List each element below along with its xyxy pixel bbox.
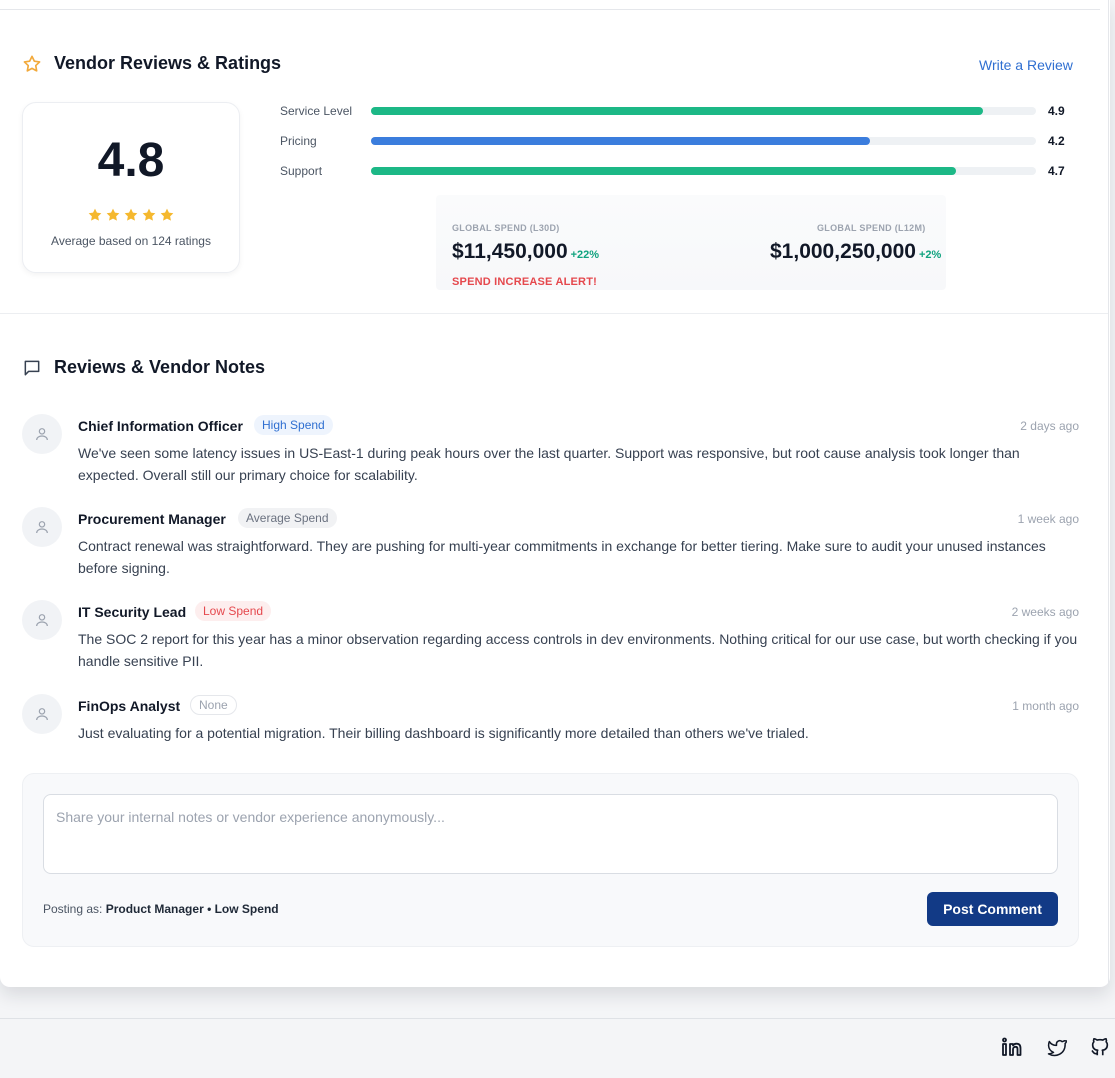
write-review-link[interactable]: Write a Review (979, 57, 1073, 73)
bar-fill (371, 137, 870, 145)
spend-l30d-label: GLOBAL SPEND (L30D) (452, 223, 560, 233)
github-icon[interactable] (1089, 1036, 1111, 1058)
review-body: Contract renewal was straightforward. Th… (78, 538, 1046, 576)
star-outline-icon (22, 54, 42, 74)
avatar (22, 414, 62, 454)
spend-badge: High Spend (254, 415, 333, 435)
rating-stars (23, 207, 239, 223)
rating-bar-support: Support 4.7 (280, 163, 1080, 179)
review-time: 1 month ago (1012, 699, 1079, 713)
spend-l12m-delta: +2% (918, 249, 942, 261)
message-square-icon (22, 358, 42, 378)
bar-fill (371, 107, 983, 115)
user-icon (36, 708, 48, 721)
review-author: Chief Information Officer (78, 418, 243, 434)
bar-value: 4.7 (1048, 164, 1065, 178)
spend-l12m: $1,000,250,000 +2% (770, 240, 941, 264)
posting-as-value: Product Manager • Low Spend (105, 902, 279, 916)
twitter-icon[interactable] (1045, 1036, 1067, 1058)
bar-track (371, 107, 1036, 115)
overall-rating-card: 4.8 Average based on 124 ratings (22, 102, 240, 273)
review-time: 1 week ago (1017, 512, 1079, 526)
bar-value: 4.9 (1048, 104, 1065, 118)
global-spend-panel: GLOBAL SPEND (L30D) $11,450,000 +22% GLOB… (436, 195, 946, 290)
review-time: 2 weeks ago (1011, 605, 1079, 619)
user-icon (36, 614, 48, 627)
avatar (22, 694, 62, 734)
overall-rating-value: 4.8 (97, 134, 165, 187)
star-icon (142, 208, 156, 221)
bar-label: Pricing (280, 134, 317, 148)
bar-value: 4.2 (1048, 134, 1065, 148)
bar-fill (371, 167, 957, 175)
bar-label: Support (280, 164, 323, 178)
top-divider (0, 9, 1100, 10)
review-body: Just evaluating for a potential migratio… (78, 725, 809, 741)
rating-bar-pricing: Pricing 4.2 (280, 133, 1080, 149)
spend-alert: SPEND INCREASE ALERT! (452, 276, 597, 288)
review-time: 2 days ago (1020, 419, 1079, 433)
spend-l30d-delta: +22% (570, 249, 600, 261)
section-divider (0, 313, 1108, 314)
review-body: The SOC 2 report for this year has a min… (78, 631, 1078, 669)
posting-as: Posting as: Product Manager • Low Spend (43, 902, 279, 916)
star-icon (124, 208, 138, 221)
review-author: FinOps Analyst (78, 698, 181, 714)
avatar (22, 600, 62, 640)
linkedin-icon[interactable] (1001, 1036, 1023, 1058)
footer-divider (0, 1018, 1115, 1019)
review-author: IT Security Lead (78, 604, 187, 620)
spend-l30d-amount: $11,450,000 (452, 240, 568, 263)
notes-title: Reviews & Vendor Notes (54, 357, 266, 377)
posting-as-label: Posting as: (43, 902, 103, 916)
spend-l12m-amount: $1,000,250,000 (770, 240, 916, 263)
rating-bar-service-level: Service Level 4.9 (280, 103, 1080, 119)
review-author: Procurement Manager (78, 511, 226, 527)
spend-badge: Low Spend (195, 601, 272, 621)
user-icon (36, 428, 48, 441)
star-icon (88, 208, 102, 221)
ratings-header: Vendor Reviews & Ratings (22, 53, 281, 74)
ratings-title: Vendor Reviews & Ratings (54, 53, 282, 73)
notes-header: Reviews & Vendor Notes (22, 357, 265, 378)
bar-track (371, 167, 1036, 175)
spend-badge: None (190, 695, 237, 715)
avatar (22, 507, 62, 547)
card-edge (1108, 0, 1109, 987)
comment-composer: Posting as: Product Manager • Low Spend … (22, 773, 1079, 947)
comment-input[interactable] (43, 794, 1058, 874)
review-body: We've seen some latency issues in US-Eas… (78, 445, 1020, 483)
user-icon (36, 521, 48, 534)
spend-l30d: $11,450,000 +22% (452, 240, 599, 264)
bar-label: Service Level (280, 104, 353, 118)
spend-badge: Average Spend (238, 508, 337, 528)
spend-l12m-label: GLOBAL SPEND (L12M) (817, 223, 926, 233)
bar-track (371, 137, 1036, 145)
post-comment-button[interactable]: Post Comment (927, 892, 1058, 926)
star-icon (160, 208, 174, 221)
star-icon (106, 208, 120, 221)
vendor-card: Vendor Reviews & Ratings Write a Review … (0, 0, 1110, 987)
rating-count-note: Average based on 124 ratings (51, 234, 211, 248)
